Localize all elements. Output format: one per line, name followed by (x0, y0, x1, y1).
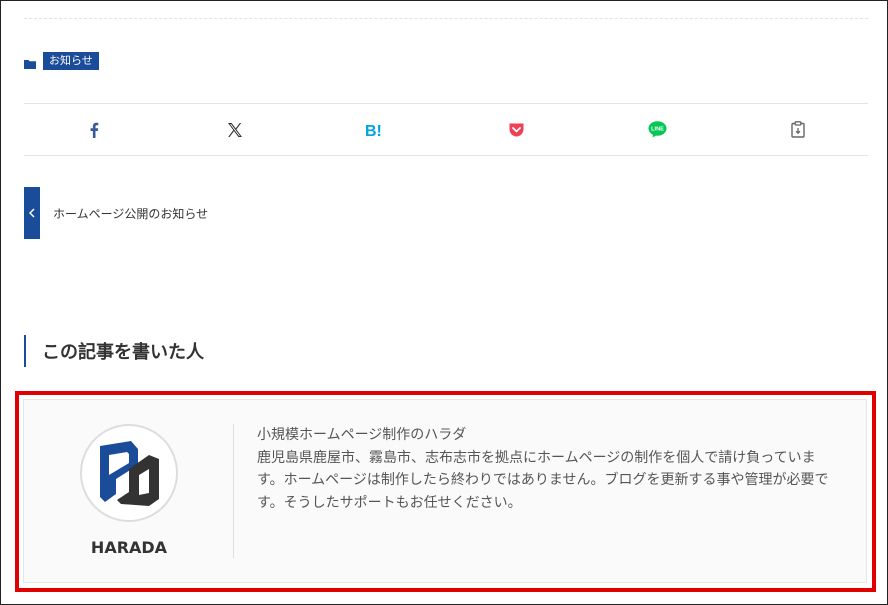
chevron-left-icon (24, 187, 40, 239)
share-line-button[interactable]: LINE (587, 104, 728, 155)
hatena-bookmark-label: B! (365, 123, 382, 138)
folder-icon (24, 55, 36, 69)
clipboard-icon (790, 121, 805, 138)
line-label: LINE (651, 127, 664, 133)
share-x-button[interactable] (165, 104, 306, 155)
content-divider (24, 18, 868, 19)
share-facebook-button[interactable] (24, 104, 165, 155)
highlight-box (15, 391, 876, 592)
share-bar: B! LINE (24, 103, 868, 156)
hatena-bookmark-icon: B! (365, 123, 382, 138)
pocket-icon (509, 123, 524, 136)
line-icon: LINE (648, 121, 667, 138)
category-badge[interactable]: お知らせ (43, 52, 99, 70)
prev-post-link[interactable]: ホームページ公開のお知らせ (24, 187, 424, 239)
share-pocket-button[interactable] (446, 104, 587, 155)
author-section-heading: この記事を書いた人 (24, 335, 204, 367)
share-hatena-bookmark-button[interactable]: B! (305, 104, 446, 155)
category-row: お知らせ (24, 51, 99, 71)
copy-link-button[interactable] (727, 104, 868, 155)
prev-post-title: ホームページ公開のお知らせ (53, 206, 209, 221)
facebook-icon (90, 122, 99, 138)
x-icon (228, 122, 242, 137)
